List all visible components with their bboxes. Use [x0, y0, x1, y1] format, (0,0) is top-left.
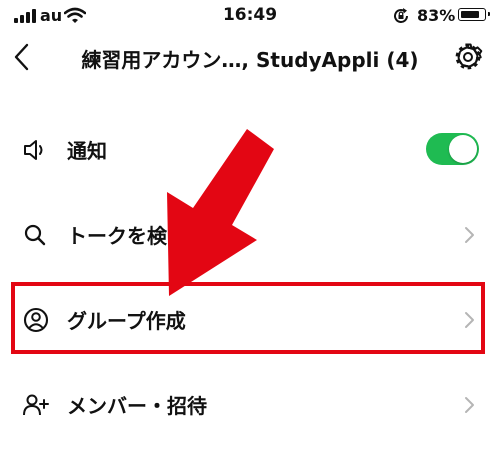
nav-header: 練習用アカウン…, StudyAppli (4) — [0, 34, 500, 80]
gear-icon — [455, 43, 483, 70]
settings-button[interactable] — [452, 41, 484, 73]
notifications-toggle[interactable] — [426, 133, 479, 165]
back-button[interactable] — [8, 38, 40, 76]
menu-item-label: 通知 — [67, 139, 107, 163]
search-icon — [24, 224, 46, 246]
menu-item-label: トークを検 — [67, 224, 167, 248]
highlight-box — [11, 282, 485, 354]
chevron-left-icon — [14, 43, 29, 71]
menu-item-label: メンバー・招待 — [67, 394, 207, 418]
battery-percent: 83% — [417, 6, 456, 25]
toggle-knob — [449, 135, 477, 163]
chevron-right-icon — [465, 397, 474, 413]
chevron-right-icon — [465, 227, 474, 243]
status-bar: au 16:49 83% — [0, 0, 500, 34]
menu-item-notifications[interactable]: 通知 — [0, 119, 500, 179]
menu-item-members-invite[interactable]: メンバー・招待 — [0, 374, 500, 434]
add-user-icon — [23, 394, 49, 416]
speaker-icon — [24, 140, 43, 160]
page-title: 練習用アカウン…, StudyAppli (4) — [81, 48, 419, 72]
battery-icon — [458, 8, 490, 21]
battery-level — [460, 10, 479, 18]
menu-item-search-chats[interactable]: トークを検 — [0, 204, 500, 264]
rotation-lock-icon — [394, 8, 408, 23]
